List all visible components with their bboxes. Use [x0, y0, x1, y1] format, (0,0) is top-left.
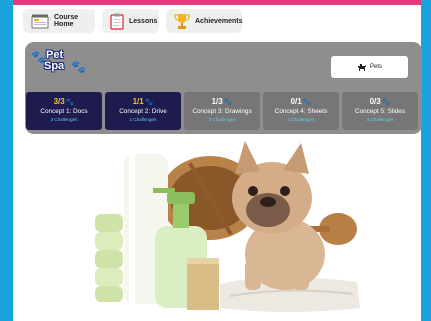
paw-icon: 🐾 — [65, 99, 75, 106]
concept-score: 0/1🐾 — [290, 97, 312, 106]
concept-score: 1/1🐾 — [132, 97, 154, 106]
concept-card-drive[interactable]: 1/1🐾 Concept 2: Drive 1 Challenges — [105, 92, 181, 130]
paw-icon: 🐾 — [223, 99, 233, 106]
pet-spa-logo: 🐾 Pet Spa 🐾 — [31, 46, 86, 76]
trophy-icon — [174, 13, 190, 29]
concept-subtitle: 3 Challenges — [208, 117, 236, 122]
achievements-label: Achievements — [195, 17, 243, 25]
lessons-label: Lessons — [129, 17, 158, 25]
concept-card-docs[interactable]: 3/3🐾 Concept 1: Docs 3 Challenges — [26, 92, 102, 130]
concept-subtitle: 1 Challenges — [287, 117, 315, 122]
achievements-button[interactable]: Achievements — [166, 9, 242, 33]
concept-card-slides[interactable]: 0/3🐾 Concept 5: Slides 3 Challenges — [342, 92, 418, 130]
concept-card-drawings[interactable]: 1/3🐾 Concept 3: Drawings 3 Challenges — [184, 92, 260, 130]
paw-icon: 🐾 — [302, 99, 312, 106]
pet-spa-illustration — [95, 141, 360, 312]
concept-score: 3/3🐾 — [53, 97, 75, 106]
concept-subtitle: 3 Challenges — [366, 117, 394, 122]
pets-button[interactable]: Pets — [331, 56, 408, 78]
concept-card-sheets[interactable]: 0/1🐾 Concept 4: Sheets 1 Challenges — [263, 92, 339, 130]
left-edge-bar — [0, 0, 13, 321]
concept-subtitle: 3 Challenges — [50, 117, 78, 122]
right-edge-bar — [421, 0, 431, 321]
concept-title: Concept 4: Sheets — [274, 108, 328, 115]
dog-icon — [357, 64, 366, 71]
paw-icon: 🐾 — [381, 99, 391, 106]
course-panel: 🐾 Pet Spa 🐾 Pets 3/3🐾 Concept 1: Docs 3 … — [25, 42, 422, 134]
paw-icon: 🐾 — [71, 60, 86, 74]
top-accent-bar — [0, 0, 431, 5]
concept-score: 0/3🐾 — [369, 97, 391, 106]
clipboard-icon — [110, 13, 124, 30]
concept-score: 1/3🐾 — [211, 97, 233, 106]
paw-icon: 🐾 — [144, 99, 154, 106]
lessons-button[interactable]: Lessons — [102, 9, 159, 33]
logo-word-2: Spa — [44, 60, 65, 72]
concept-title: Concept 1: Docs — [40, 108, 88, 115]
pets-label: Pets — [369, 64, 382, 70]
concept-title: Concept 2: Drive — [119, 108, 167, 115]
concept-title: Concept 3: Drawings — [192, 108, 252, 115]
course-home-icon — [31, 14, 49, 28]
course-home-label: Course Home — [54, 14, 79, 28]
concept-subtitle: 1 Challenges — [129, 117, 157, 122]
concept-title: Concept 5: Slides — [354, 108, 406, 115]
course-home-button[interactable]: Course Home — [23, 9, 95, 33]
